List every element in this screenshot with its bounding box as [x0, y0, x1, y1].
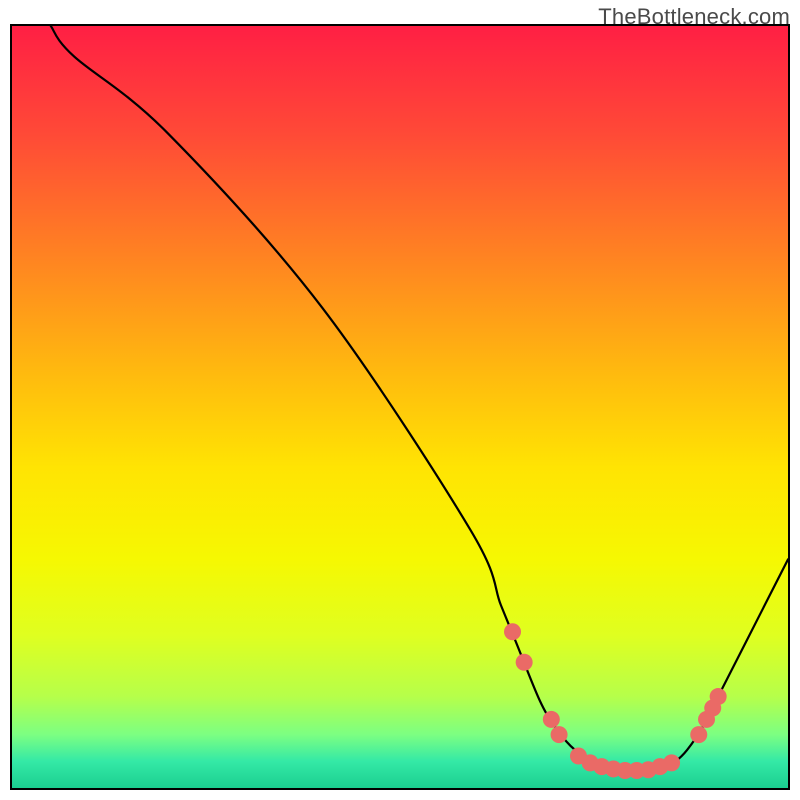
- plot-area: [10, 24, 790, 790]
- highlighted-dots: [504, 623, 727, 779]
- marker-dot: [516, 654, 533, 671]
- marker-dot: [710, 688, 727, 705]
- marker-dot: [663, 754, 680, 771]
- marker-dot: [504, 623, 521, 640]
- chart-container: TheBottleneck.com: [0, 0, 800, 800]
- marker-dot: [690, 726, 707, 743]
- watermark-text: TheBottleneck.com: [598, 4, 790, 30]
- marker-dot: [543, 711, 560, 728]
- marker-dot: [551, 726, 568, 743]
- curve-layer: [12, 26, 788, 788]
- bottleneck-curve: [51, 26, 788, 771]
